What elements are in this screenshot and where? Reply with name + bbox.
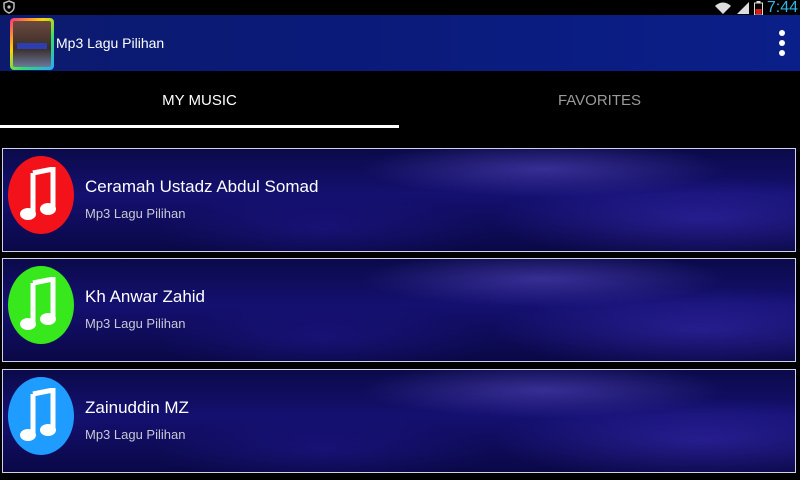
more-vert-icon[interactable] [778,29,786,57]
song-title: Ceramah Ustadz Abdul Somad [85,177,319,196]
song-subtitle: Mp3 Lagu Pilihan [85,427,186,442]
song-subtitle: Mp3 Lagu Pilihan [85,316,186,331]
tab-bar: MY MUSIC FAVORITES [0,71,800,129]
song-subtitle: Mp3 Lagu Pilihan [85,206,186,221]
music-list: Ceramah Ustadz Abdul Somad Mp3 Lagu Pili… [0,148,800,480]
music-note-icon [20,167,56,220]
status-time: 7:44 [766,0,798,16]
music-note-icon [20,388,56,441]
app-screen: 7:44 Mp3 Lagu Pilihan MY MUSIC FAVORITES [0,0,800,480]
song-title: Zainuddin MZ [85,398,189,417]
tab-favorites[interactable]: FAVORITES [400,71,799,129]
app-logo[interactable] [10,18,54,70]
battery-icon [753,0,763,15]
app-logo-image [13,21,51,67]
list-item[interactable]: Zainuddin MZ Mp3 Lagu Pilihan [2,369,796,473]
song-title: Kh Anwar Zahid [85,287,206,306]
status-bar: 7:44 [0,0,800,16]
list-item[interactable]: Kh Anwar Zahid Mp3 Lagu Pilihan [2,258,796,362]
tab-indicator [0,125,399,128]
wifi-icon [714,2,731,14]
app-title: Mp3 Lagu Pilihan [56,35,165,51]
music-note-icon-badge [8,377,74,455]
music-note-icon-badge [8,266,74,344]
list-item[interactable]: Ceramah Ustadz Abdul Somad Mp3 Lagu Pili… [2,148,796,252]
tab-my-music[interactable]: MY MUSIC [0,71,399,129]
music-note-icon [20,277,56,330]
signal-icon [736,1,749,14]
music-note-icon-badge [8,156,74,234]
status-icons: 7:44 [714,0,798,16]
shield-icon [3,0,15,14]
action-bar: Mp3 Lagu Pilihan [0,15,800,71]
